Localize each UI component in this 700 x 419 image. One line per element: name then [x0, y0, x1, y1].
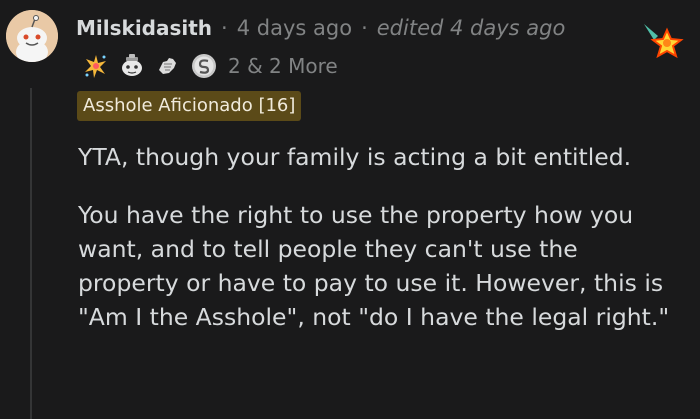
shooting-star-icon	[644, 24, 684, 59]
comment-body: YTA, though your family is acting a bit …	[78, 140, 678, 334]
user-flair: Asshole Aficionado [16]	[77, 91, 302, 121]
snoo-helper-icon[interactable]	[118, 52, 146, 80]
edited-timestamp: edited 4 days ago	[376, 16, 566, 40]
awards-more-label[interactable]: 2 & 2 More	[228, 54, 338, 78]
separator-dot: ·	[361, 16, 368, 40]
snoo-avatar-icon	[6, 10, 58, 62]
awards-row[interactable]: 2 & 2 More	[82, 50, 338, 82]
user-avatar[interactable]	[6, 10, 58, 62]
comment-header: Milskidasith · 4 days ago · edited 4 day…	[76, 12, 565, 44]
silver-coin-icon[interactable]	[190, 52, 218, 80]
comment-paragraph: YTA, though your family is acting a bit …	[78, 143, 632, 171]
username-link[interactable]: Milskidasith	[76, 16, 212, 40]
fist-bump-icon[interactable]	[154, 52, 182, 80]
post-timestamp[interactable]: 4 days ago	[237, 16, 352, 40]
separator-dot: ·	[221, 16, 228, 40]
thread-line[interactable]	[30, 88, 32, 419]
sparkle-burst-icon[interactable]	[82, 52, 110, 80]
comment-paragraph: You have the right to use the property h…	[78, 201, 670, 331]
